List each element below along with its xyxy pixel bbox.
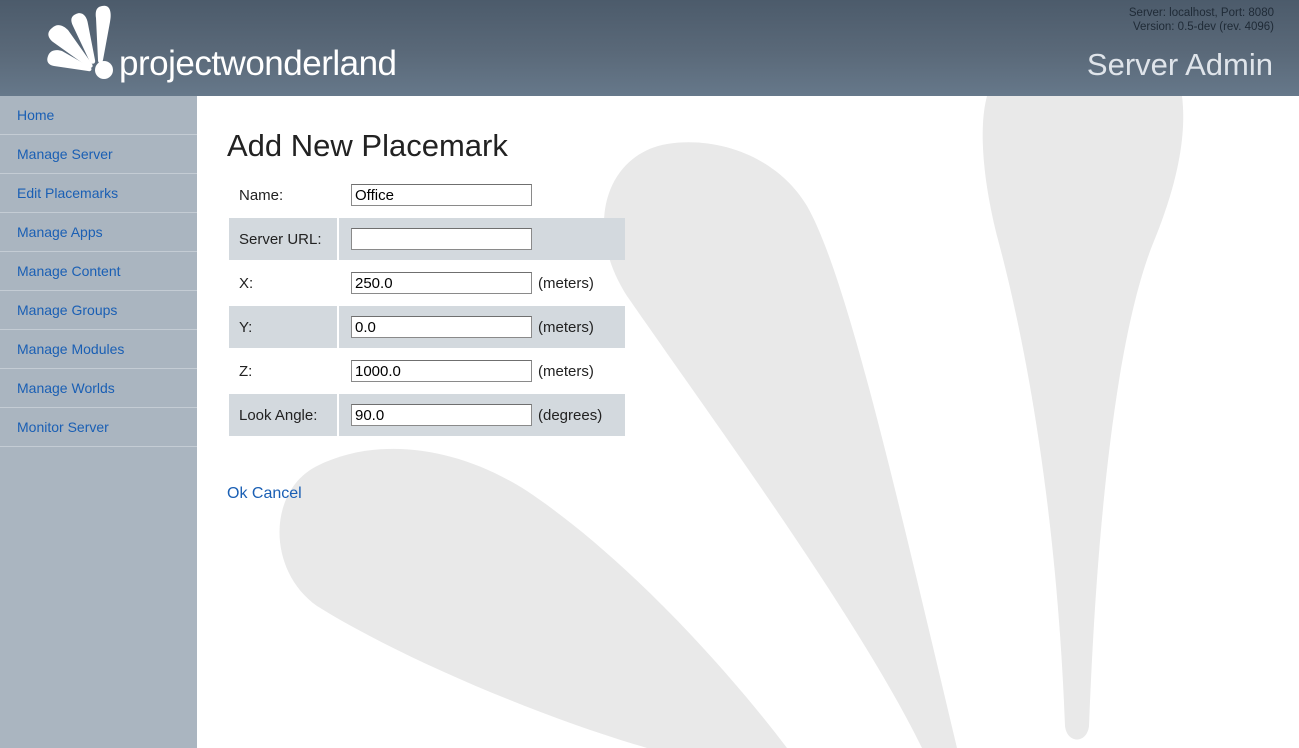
sidebar-item-manage-modules[interactable]: Manage Modules [0, 330, 197, 369]
form-actions: Ok Cancel [227, 485, 302, 503]
sidebar: Home Manage Server Edit Placemarks Manag… [0, 96, 197, 748]
form-row-look-angle: Look Angle: (degrees) [229, 394, 625, 436]
z-label: Z: [239, 362, 253, 380]
sidebar-item-monitor-server[interactable]: Monitor Server [0, 408, 197, 447]
x-label: X: [239, 274, 254, 292]
look-angle-unit: (degrees) [538, 406, 603, 424]
y-unit: (meters) [538, 318, 594, 336]
form-row-name: Name: [229, 174, 625, 216]
form-row-server-url: Server URL: [229, 218, 625, 260]
form-row-y: Y: (meters) [229, 306, 625, 348]
name-input[interactable] [351, 184, 532, 206]
z-unit: (meters) [538, 362, 594, 380]
ok-link[interactable]: Ok [227, 485, 247, 502]
sidebar-item-manage-content[interactable]: Manage Content [0, 252, 197, 291]
server-info: Server: localhost, Port: 8080 Version: 0… [1129, 6, 1274, 34]
sidebar-item-manage-server[interactable]: Manage Server [0, 135, 197, 174]
look-angle-label: Look Angle: [229, 394, 337, 436]
header: projectwonderland Server: localhost, Por… [0, 0, 1299, 96]
x-input[interactable] [351, 272, 532, 294]
server-url-label: Server URL: [229, 218, 337, 260]
form-row-z: Z: (meters) [229, 350, 625, 392]
sidebar-item-home[interactable]: Home [0, 96, 197, 135]
cancel-link[interactable]: Cancel [252, 485, 302, 502]
server-version: Version: 0.5-dev (rev. 4096) [1132, 21, 1274, 33]
y-input[interactable] [351, 316, 532, 338]
server-address: Server: localhost, Port: 8080 [1128, 7, 1274, 19]
sidebar-item-manage-groups[interactable]: Manage Groups [0, 291, 197, 330]
server-url-input[interactable] [351, 228, 532, 250]
form-row-x: X: (meters) [229, 262, 625, 304]
sidebar-item-edit-placemarks[interactable]: Edit Placemarks [0, 174, 197, 213]
page-title: Add New Placemark [227, 128, 508, 163]
logo-text: projectwonderland [119, 44, 397, 83]
sidebar-item-manage-worlds[interactable]: Manage Worlds [0, 369, 197, 408]
sidebar-item-manage-apps[interactable]: Manage Apps [0, 213, 197, 252]
y-label: Y: [229, 306, 337, 348]
main-content: Add New Placemark Name: Server URL: X: (… [197, 96, 1299, 748]
look-angle-input[interactable] [351, 404, 532, 426]
name-label: Name: [239, 186, 284, 204]
logo-icon [47, 5, 113, 79]
app-title: Server Admin [1086, 47, 1273, 82]
z-input[interactable] [351, 360, 532, 382]
placemark-form: Name: Server URL: X: (meters) Y: (meters… [227, 172, 627, 438]
x-unit: (meters) [538, 274, 594, 292]
